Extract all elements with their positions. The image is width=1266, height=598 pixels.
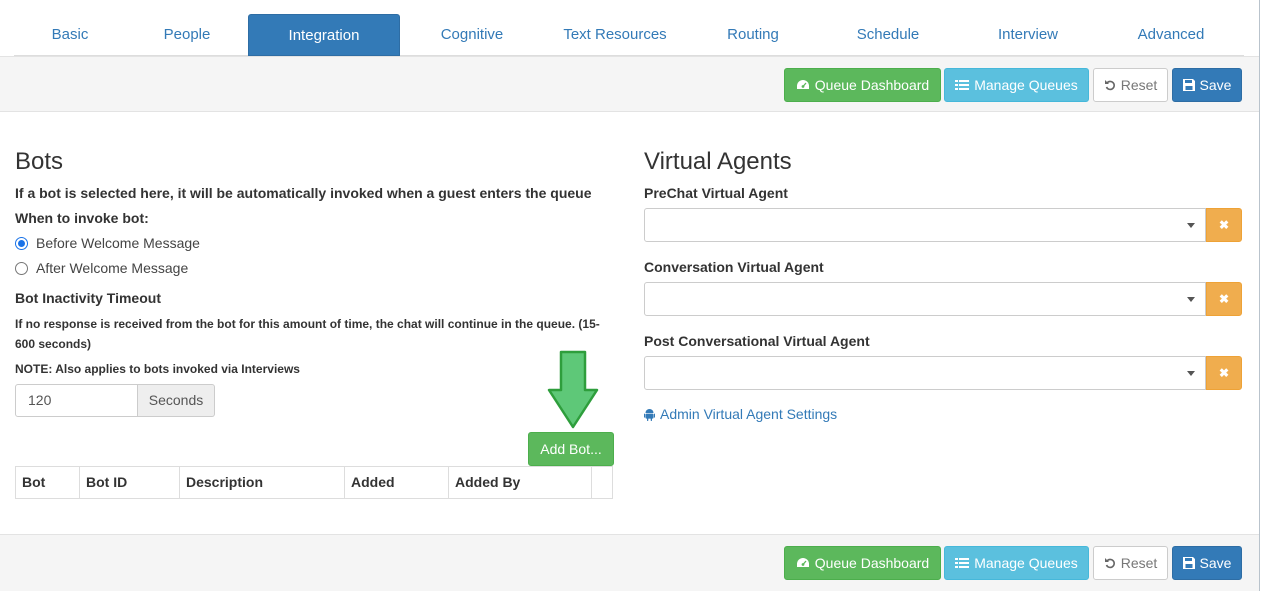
queue-dashboard-label: Queue Dashboard — [814, 77, 930, 93]
reset-button-bottom[interactable]: Reset — [1093, 546, 1168, 580]
timeout-input-group: 120 Seconds — [15, 384, 215, 417]
top-toolbar: Queue Dashboard Manage Queues Reset Save — [0, 56, 1259, 112]
tab-schedule[interactable]: Schedule — [820, 14, 956, 56]
tab-integration[interactable]: Integration — [248, 14, 400, 56]
timeout-help-line1: If no response is received from the bot … — [15, 317, 600, 331]
timeout-seconds-input[interactable]: 120 — [15, 384, 138, 417]
list-icon — [955, 558, 970, 568]
manage-queues-label: Manage Queues — [974, 77, 1078, 93]
tab-interview[interactable]: Interview — [956, 14, 1100, 56]
undo-icon — [1104, 80, 1115, 91]
prechat-virtual-agent-select[interactable] — [644, 208, 1206, 242]
queue-dashboard-label: Queue Dashboard — [814, 555, 930, 571]
column-header-description[interactable]: Description — [180, 467, 345, 498]
add-bot-label: Add Bot... — [540, 441, 602, 457]
bots-description: If a bot is selected here, it will be au… — [15, 185, 592, 201]
close-icon: ✖ — [1218, 218, 1230, 232]
reset-button[interactable]: Reset — [1093, 68, 1168, 102]
down-arrow-icon — [547, 350, 599, 429]
queue-dashboard-button-bottom[interactable]: Queue Dashboard — [784, 546, 941, 580]
tab-bar: Basic People Integration Cognitive Text … — [14, 14, 1244, 56]
radio-after-welcome-input[interactable] — [15, 261, 28, 275]
timeout-help-line2: 600 seconds) — [15, 337, 92, 351]
post-conversational-virtual-agent-label: Post Conversational Virtual Agent — [644, 333, 870, 349]
column-header-bot[interactable]: Bot — [16, 467, 80, 498]
conversation-virtual-agent-label: Conversation Virtual Agent — [644, 259, 824, 275]
bottom-toolbar: Queue Dashboard Manage Queues Reset Save — [0, 534, 1259, 591]
tab-text-resources[interactable]: Text Resources — [544, 14, 686, 56]
undo-icon — [1104, 558, 1115, 569]
prechat-virtual-agent-row: ✖ — [644, 208, 1242, 242]
tab-basic[interactable]: Basic — [14, 14, 126, 56]
conversation-virtual-agent-row: ✖ — [644, 282, 1242, 316]
post-conversational-virtual-agent-row: ✖ — [644, 356, 1242, 390]
tab-people[interactable]: People — [126, 14, 248, 56]
reset-label: Reset — [1120, 555, 1158, 571]
tab-advanced[interactable]: Advanced — [1100, 14, 1242, 56]
admin-virtual-agent-settings-link[interactable]: Admin Virtual Agent Settings — [644, 406, 837, 422]
radio-after-welcome-label: After Welcome Message — [36, 260, 189, 276]
column-header-added[interactable]: Added — [345, 467, 449, 498]
chevron-down-icon — [1187, 297, 1195, 302]
conversation-virtual-agent-select[interactable] — [644, 282, 1206, 316]
save-button[interactable]: Save — [1172, 68, 1242, 102]
prechat-virtual-agent-label: PreChat Virtual Agent — [644, 185, 788, 201]
column-header-bot-id[interactable]: Bot ID — [80, 467, 180, 498]
manage-queues-button-bottom[interactable]: Manage Queues — [944, 546, 1089, 580]
queue-dashboard-button[interactable]: Queue Dashboard — [784, 68, 941, 102]
when-to-invoke-label: When to invoke bot: — [15, 210, 149, 226]
chevron-down-icon — [1187, 371, 1195, 376]
radio-before-welcome-label: Before Welcome Message — [36, 235, 200, 251]
radio-before-welcome-input[interactable] — [15, 236, 28, 250]
virtual-agents-title: Virtual Agents — [644, 148, 792, 175]
tab-cognitive[interactable]: Cognitive — [400, 14, 544, 56]
close-icon: ✖ — [1218, 366, 1230, 380]
save-button-bottom[interactable]: Save — [1172, 546, 1242, 580]
save-label: Save — [1199, 77, 1232, 93]
bot-inactivity-timeout-label: Bot Inactivity Timeout — [15, 290, 161, 306]
radio-after-welcome[interactable]: After Welcome Message — [15, 260, 188, 276]
tab-routing[interactable]: Routing — [686, 14, 820, 56]
dashboard-icon — [796, 558, 809, 567]
post-conversational-virtual-agent-select[interactable] — [644, 356, 1206, 390]
bots-title: Bots — [15, 148, 64, 175]
floppy-disk-icon — [1182, 79, 1195, 91]
manage-queues-label: Manage Queues — [974, 555, 1078, 571]
chevron-down-icon — [1187, 223, 1195, 228]
dashboard-icon — [796, 80, 809, 89]
post-conversational-clear-button[interactable]: ✖ — [1206, 356, 1242, 390]
conversation-clear-button[interactable]: ✖ — [1206, 282, 1242, 316]
radio-before-welcome[interactable]: Before Welcome Message — [15, 235, 200, 251]
list-icon — [955, 80, 970, 90]
column-header-actions — [592, 467, 612, 498]
android-icon — [644, 408, 655, 421]
add-bot-button[interactable]: Add Bot... — [528, 432, 614, 466]
manage-queues-button[interactable]: Manage Queues — [944, 68, 1089, 102]
save-label: Save — [1199, 555, 1232, 571]
floppy-disk-icon — [1182, 557, 1195, 569]
reset-label: Reset — [1120, 77, 1158, 93]
bots-table-header: Bot Bot ID Description Added Added By — [15, 466, 613, 499]
close-icon: ✖ — [1218, 292, 1230, 306]
column-header-added-by[interactable]: Added By — [449, 467, 592, 498]
admin-virtual-agent-settings-label: Admin Virtual Agent Settings — [660, 406, 838, 422]
prechat-clear-button[interactable]: ✖ — [1206, 208, 1242, 242]
seconds-addon: Seconds — [138, 384, 215, 417]
timeout-note: NOTE: Also applies to bots invoked via I… — [15, 362, 300, 376]
